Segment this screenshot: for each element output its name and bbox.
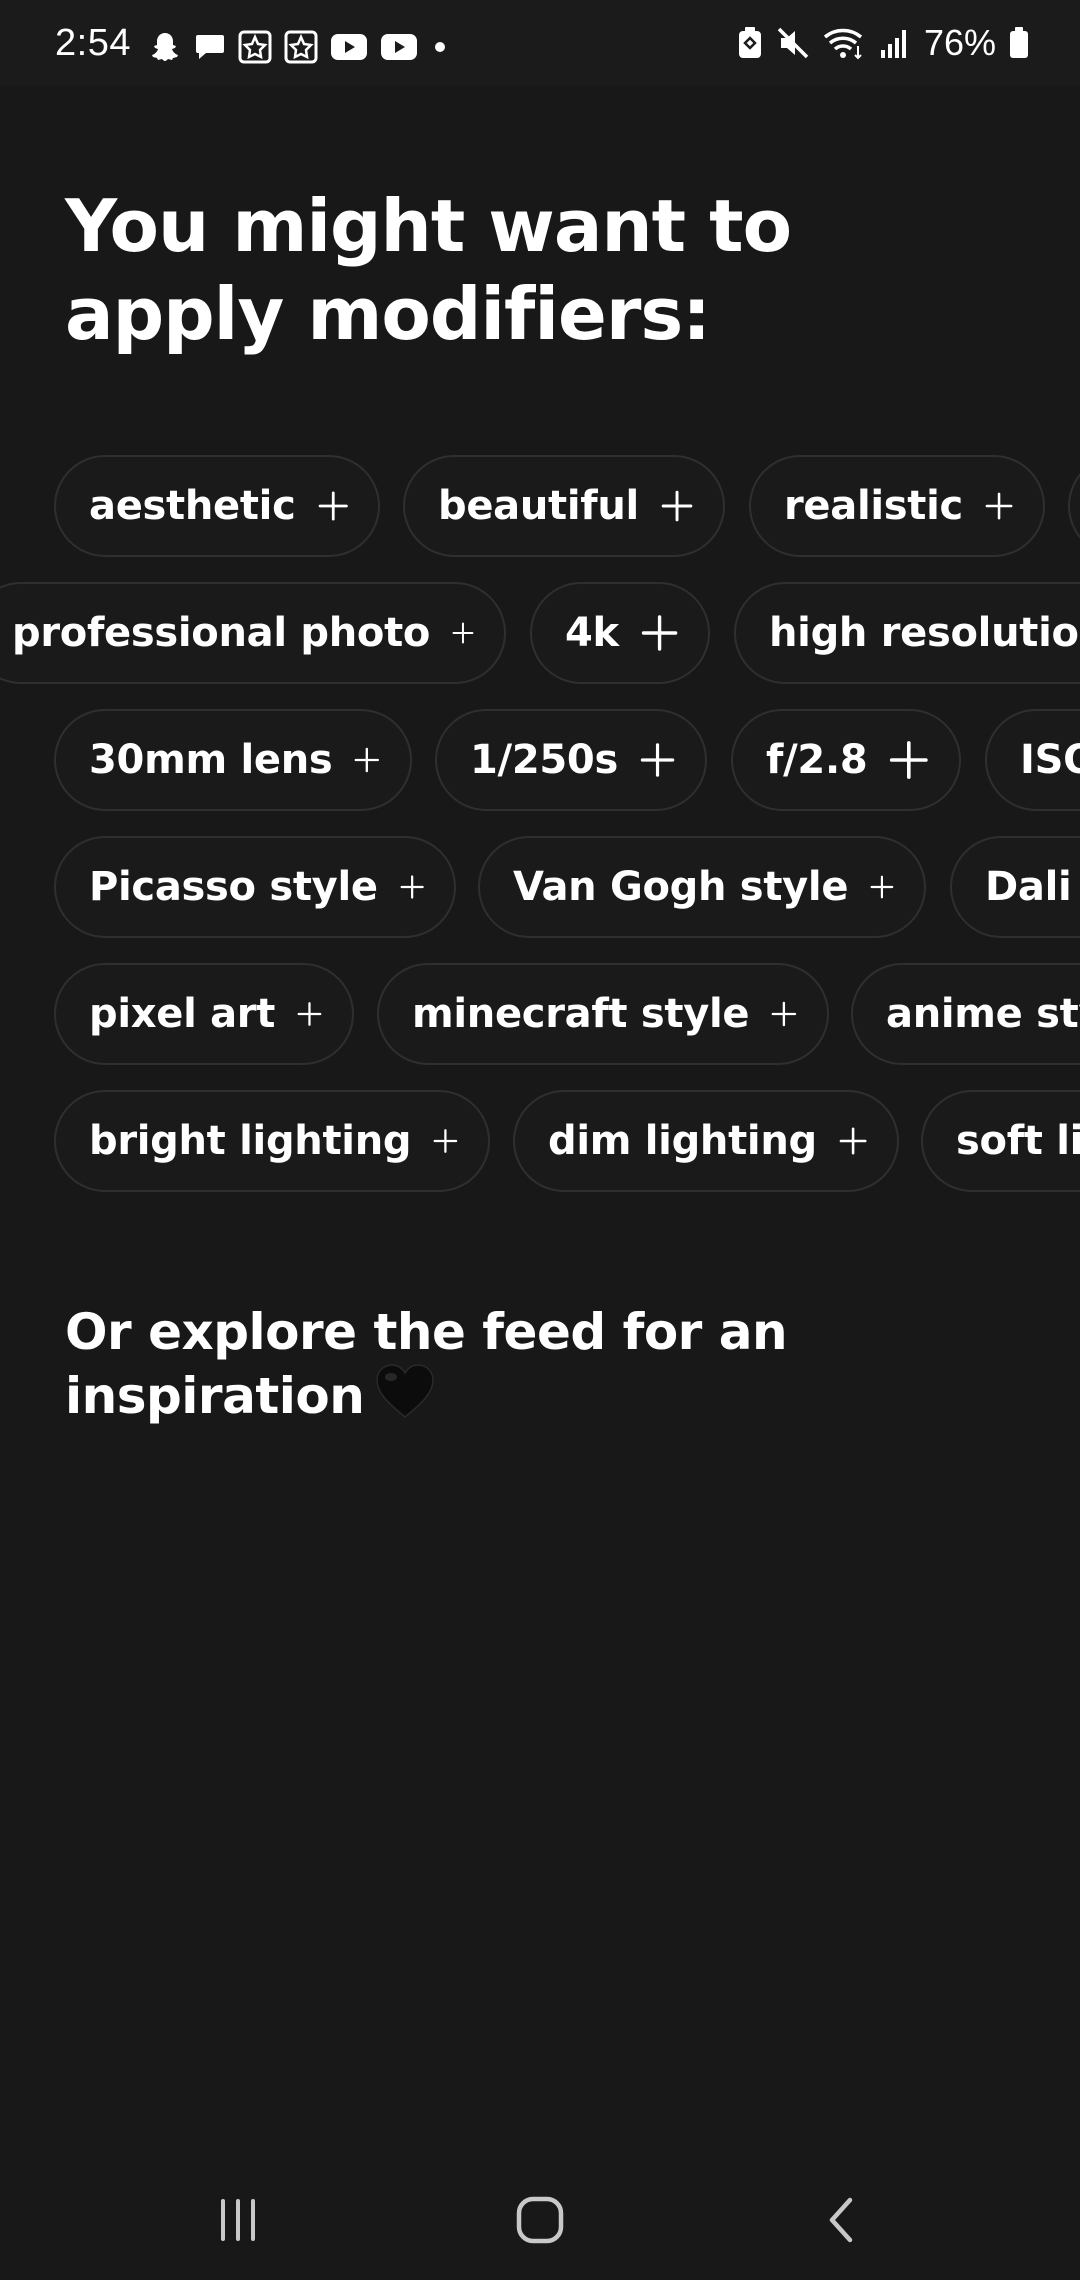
mute-icon [776, 26, 810, 60]
chip-label: minecraft style [412, 991, 750, 1037]
chip-label: aesthetic [89, 483, 296, 529]
page-title: You might want to apply modifiers: [65, 184, 792, 356]
signal-icon [878, 26, 912, 60]
youtube-icon [330, 32, 368, 62]
plus-icon [318, 491, 348, 521]
chip-label: 30mm lens [89, 737, 333, 783]
wifi-icon [822, 26, 866, 60]
chip-van-gogh-style[interactable]: Van Gogh style [478, 836, 926, 938]
black-heart-icon [374, 1363, 436, 1433]
notification-icons [148, 30, 450, 64]
feed-prompt: Or explore the feed for an inspiration [65, 1301, 965, 1433]
chip-partial[interactable] [1068, 455, 1080, 557]
chip-pixel-art[interactable]: pixel art [54, 963, 354, 1065]
chip-30mm-lens[interactable]: 30mm lens [54, 709, 412, 811]
chip-label: Van Gogh style [513, 864, 849, 910]
plus-icon [890, 741, 929, 779]
plus-icon [985, 492, 1013, 520]
chip-soft-lighting[interactable]: soft lighting [921, 1090, 1080, 1192]
youtube-icon [380, 32, 418, 62]
chip-label: high resolution [769, 610, 1080, 656]
chip-label: ISO [1020, 737, 1080, 783]
chip-beautiful[interactable]: beautiful [403, 455, 725, 557]
chip-label: professional photo [12, 610, 431, 656]
chip-iso[interactable]: ISO [985, 709, 1080, 811]
screen: 2:54 76% You might want to apply modifie… [0, 0, 1080, 2280]
recent-apps-icon [221, 2199, 255, 2241]
chip-realistic[interactable]: realistic [749, 455, 1045, 557]
plus-icon [640, 743, 675, 777]
chip-label: pixel art [89, 991, 276, 1037]
plus-icon [297, 1002, 322, 1026]
chip-label: bright lighting [89, 1118, 412, 1164]
chip-label: 4k [565, 610, 619, 656]
plus-icon [870, 875, 894, 899]
chip-1-250s[interactable]: 1/250s [435, 709, 707, 811]
chip-label: beautiful [438, 483, 639, 529]
star-app-icon [238, 30, 272, 64]
chip-label: Dali style [985, 864, 1080, 910]
chip-label: Picasso style [89, 864, 378, 910]
plus-icon [452, 622, 474, 644]
chip-professional-photo[interactable]: professional photo [0, 582, 506, 684]
modifiers-sheet: You might want to apply modifiers: aesth… [0, 86, 1080, 2280]
chip-4k[interactable]: 4k [530, 582, 710, 684]
chip-label: realistic [784, 483, 963, 529]
battery-percent: 76% [923, 22, 996, 63]
chip-label: 1/250s [470, 737, 618, 783]
plus-icon [400, 875, 424, 899]
chip-label: anime style [886, 991, 1080, 1037]
chip-high-resolution[interactable]: high resolution [734, 582, 1080, 684]
back-icon [829, 2197, 853, 2243]
chip-picasso-style[interactable]: Picasso style [54, 836, 456, 938]
chip-bright-lighting[interactable]: bright lighting [54, 1090, 490, 1192]
navigation-bar [0, 2160, 1080, 2280]
back-button[interactable] [797, 2190, 887, 2250]
chip-f-2-8[interactable]: f/2.8 [731, 709, 961, 811]
battery-saver-icon [736, 26, 764, 60]
chip-label: dim lighting [548, 1118, 817, 1164]
chip-minecraft-style[interactable]: minecraft style [377, 963, 829, 1065]
plus-icon [433, 1129, 458, 1153]
chip-label: soft lighting [956, 1118, 1080, 1164]
plus-icon [839, 1127, 867, 1155]
chip-anime-style[interactable]: anime style [851, 963, 1080, 1065]
home-button[interactable] [495, 2190, 585, 2250]
chip-dim-lighting[interactable]: dim lighting [513, 1090, 899, 1192]
star-app-icon [284, 30, 318, 64]
battery-icon [1008, 26, 1030, 60]
plus-icon [354, 747, 380, 773]
plus-icon [641, 615, 678, 651]
plus-icon [771, 1001, 797, 1027]
chip-aesthetic[interactable]: aesthetic [54, 455, 380, 557]
home-icon [516, 2196, 564, 2244]
chip-dali-style[interactable]: Dali style [950, 836, 1080, 938]
system-icons: 76% [736, 22, 1030, 64]
snapchat-icon [148, 30, 182, 64]
more-dot-icon [430, 37, 450, 57]
recent-apps-button[interactable] [193, 2190, 283, 2250]
status-time: 2:54 [55, 22, 131, 64]
message-icon [194, 31, 226, 63]
plus-icon [661, 490, 693, 522]
status-bar: 2:54 76% [0, 0, 1080, 86]
chip-label: f/2.8 [766, 737, 868, 783]
